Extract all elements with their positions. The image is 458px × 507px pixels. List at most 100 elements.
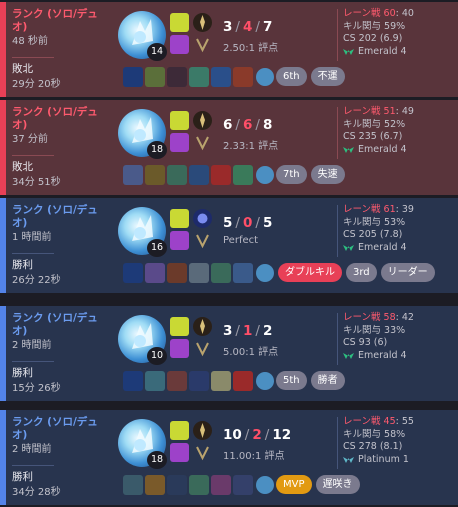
deaths: 2 — [252, 427, 262, 443]
item-slot-icon[interactable] — [167, 475, 187, 495]
match-info: ランク (ソロ/デュオ) 1 時間前 勝利 26分 22秒 — [12, 204, 102, 287]
placement-badge: 5th — [276, 371, 307, 390]
keystone-rune-icon[interactable] — [193, 317, 212, 336]
match-stats: レーン戦 60: 40 キル関与 59% CS 202 (6.9) Emeral… — [343, 8, 458, 58]
flash-spell-icon[interactable] — [170, 421, 189, 440]
match-card[interactable]: ランク (ソロ/デュオ) 48 秒前 敗北 29分 20秒 14 3/4/7 2… — [0, 2, 458, 97]
item-slot-icon[interactable] — [189, 475, 209, 495]
flash-spell-icon[interactable] — [170, 209, 189, 228]
item-slot-icon[interactable] — [145, 67, 165, 87]
ward-trinket-icon[interactable] — [256, 166, 274, 184]
item-slot-icon[interactable] — [123, 165, 143, 185]
kills: 3 — [223, 323, 233, 339]
item-slot-icon[interactable] — [145, 371, 165, 391]
item-slot-icon[interactable] — [233, 165, 253, 185]
laning-opponent-score: : 42 — [395, 312, 414, 323]
time-ago: 2 時間前 — [12, 444, 52, 455]
item-slot-icon[interactable] — [189, 371, 209, 391]
ward-trinket-icon[interactable] — [256, 476, 274, 494]
ward-trinket-icon[interactable] — [256, 68, 274, 86]
platinum-icon — [343, 457, 354, 464]
item-slot-icon[interactable] — [167, 371, 187, 391]
item-slot-icon[interactable] — [145, 165, 165, 185]
rank-label: Emerald 4 — [358, 349, 407, 361]
kda-ratio: Perfect — [223, 235, 259, 246]
laning-opponent-score: : 49 — [395, 106, 414, 117]
item-slot-icon[interactable] — [145, 263, 165, 283]
keystone-rune-icon[interactable] — [193, 209, 212, 228]
placement-badge: 3rd — [346, 263, 377, 282]
rank-label: Emerald 4 — [358, 241, 407, 253]
match-stats: レーン戦 45: 55 キル関与 58% CS 278 (8.1) Platin… — [343, 416, 458, 466]
kills: 10 — [223, 427, 242, 443]
kda-ratio: 11.00:1 評点 — [223, 451, 285, 462]
match-result: 勝利 — [12, 367, 33, 379]
secondary-rune-icon[interactable] — [193, 339, 212, 358]
secondary-rune-icon[interactable] — [193, 35, 212, 54]
ward-trinket-icon[interactable] — [256, 264, 274, 282]
average-rank: Platinum 1 — [343, 454, 458, 467]
ignite-spell-icon[interactable] — [170, 35, 189, 54]
item-slot-icon[interactable] — [123, 475, 143, 495]
assists: 7 — [262, 19, 273, 35]
secondary-rune-icon[interactable] — [193, 133, 212, 152]
item-slot-icon[interactable] — [123, 371, 143, 391]
assists: 5 — [262, 215, 273, 231]
item-slot-icon[interactable] — [167, 263, 187, 283]
keystone-rune-icon[interactable] — [193, 111, 212, 130]
mvp-badge: MVP — [276, 475, 312, 494]
laning-opponent-score: : 55 — [395, 416, 414, 427]
match-duration: 29分 20秒 — [12, 79, 61, 90]
rank-label: Emerald 4 — [358, 45, 407, 57]
laning-label: レーン戦 58 — [343, 312, 396, 323]
keystone-rune-icon[interactable] — [193, 13, 212, 32]
ignite-spell-icon[interactable] — [170, 231, 189, 250]
laning-score: レーン戦 58: 42 — [343, 312, 458, 325]
divider — [337, 417, 338, 469]
item-slot-icon[interactable] — [233, 263, 253, 283]
secondary-rune-icon[interactable] — [193, 231, 212, 250]
item-slot-icon[interactable] — [211, 371, 231, 391]
match-badges: 7th 失速 — [276, 165, 345, 184]
ignite-spell-icon[interactable] — [170, 339, 189, 358]
item-slot-icon[interactable] — [123, 263, 143, 283]
rank-label: Platinum 1 — [358, 453, 409, 465]
item-slot-icon[interactable] — [123, 67, 143, 87]
match-result: 勝利 — [12, 471, 33, 483]
average-rank: Emerald 4 — [343, 350, 458, 363]
match-card[interactable]: ランク (ソロ/デュオ) 37 分前 敗北 34分 51秒 18 6/6/8 2… — [0, 100, 458, 195]
kda-ratio: 2.33:1 評点 — [223, 141, 279, 152]
item-slot-icon[interactable] — [211, 263, 231, 283]
item-slot-icon[interactable] — [145, 475, 165, 495]
kda-separator: / — [255, 215, 260, 231]
keystone-rune-icon[interactable] — [193, 421, 212, 440]
item-slot-icon[interactable] — [211, 165, 231, 185]
secondary-rune-icon[interactable] — [193, 443, 212, 462]
laning-label: レーン戦 61 — [343, 204, 396, 215]
item-slot-icon[interactable] — [189, 165, 209, 185]
item-slot-icon[interactable] — [189, 67, 209, 87]
match-stats: レーン戦 61: 39 キル関与 53% CS 205 (7.8) Emeral… — [343, 204, 458, 254]
kda-separator: / — [244, 427, 250, 443]
creep-score: CS 205 (7.8) — [343, 229, 403, 240]
flash-spell-icon[interactable] — [170, 111, 189, 130]
kda: 3/1/2 — [223, 323, 272, 339]
ignite-spell-icon[interactable] — [170, 443, 189, 462]
item-slot-icon[interactable] — [233, 67, 253, 87]
match-info: ランク (ソロ/デュオ) 2 時間前 勝利 34分 28秒 — [12, 416, 102, 499]
match-card[interactable]: ランク (ソロ/デュオ) 2 時間前 勝利 15分 26秒 10 3/1/2 5… — [0, 306, 458, 401]
flash-spell-icon[interactable] — [170, 13, 189, 32]
item-slot-icon[interactable] — [167, 165, 187, 185]
item-slot-icon[interactable] — [211, 67, 231, 87]
item-slot-icon[interactable] — [189, 263, 209, 283]
item-slot-icon[interactable] — [211, 475, 231, 495]
kill-participation: キル関与 58% — [343, 428, 406, 440]
ward-trinket-icon[interactable] — [256, 372, 274, 390]
match-card[interactable]: ランク (ソロ/デュオ) 2 時間前 勝利 34分 28秒 18 10/2/12… — [0, 410, 458, 505]
ignite-spell-icon[interactable] — [170, 133, 189, 152]
flash-spell-icon[interactable] — [170, 317, 189, 336]
item-slot-icon[interactable] — [233, 371, 253, 391]
divider — [337, 9, 338, 61]
time-ago: 2 時間前 — [12, 340, 52, 351]
match-card[interactable]: ランク (ソロ/デュオ) 1 時間前 勝利 26分 22秒 16 5/0/5 P… — [0, 198, 458, 293]
